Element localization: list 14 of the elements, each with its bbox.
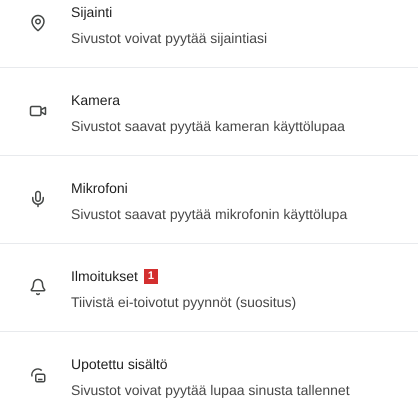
number-badge: 1 [144, 268, 158, 284]
setting-title: Sijainti [71, 3, 112, 22]
setting-description: Sivustot saavat pyytää kameran käyttölupaa [71, 117, 345, 136]
setting-title: Ilmoitukset [71, 267, 138, 286]
setting-description: Sivustot voivat pyytää lupaa sinusta tallennet [71, 381, 350, 400]
embedded-content-icon [28, 366, 46, 384]
setting-title: Upotettu sisältö [71, 355, 168, 374]
setting-title: Mikrofoni [71, 179, 128, 198]
setting-description: Sivustot saavat pyytää mikrofonin käyttölupa [71, 205, 348, 224]
setting-title: Kamera [71, 91, 120, 110]
location-pin-icon [28, 14, 46, 32]
setting-description: Sivustot voivat pyytää sijaintiasi [71, 29, 268, 48]
bell-icon [28, 278, 46, 296]
setting-description: Tiivistä ei-toivotut pyynnöt (suositus) [71, 293, 296, 312]
